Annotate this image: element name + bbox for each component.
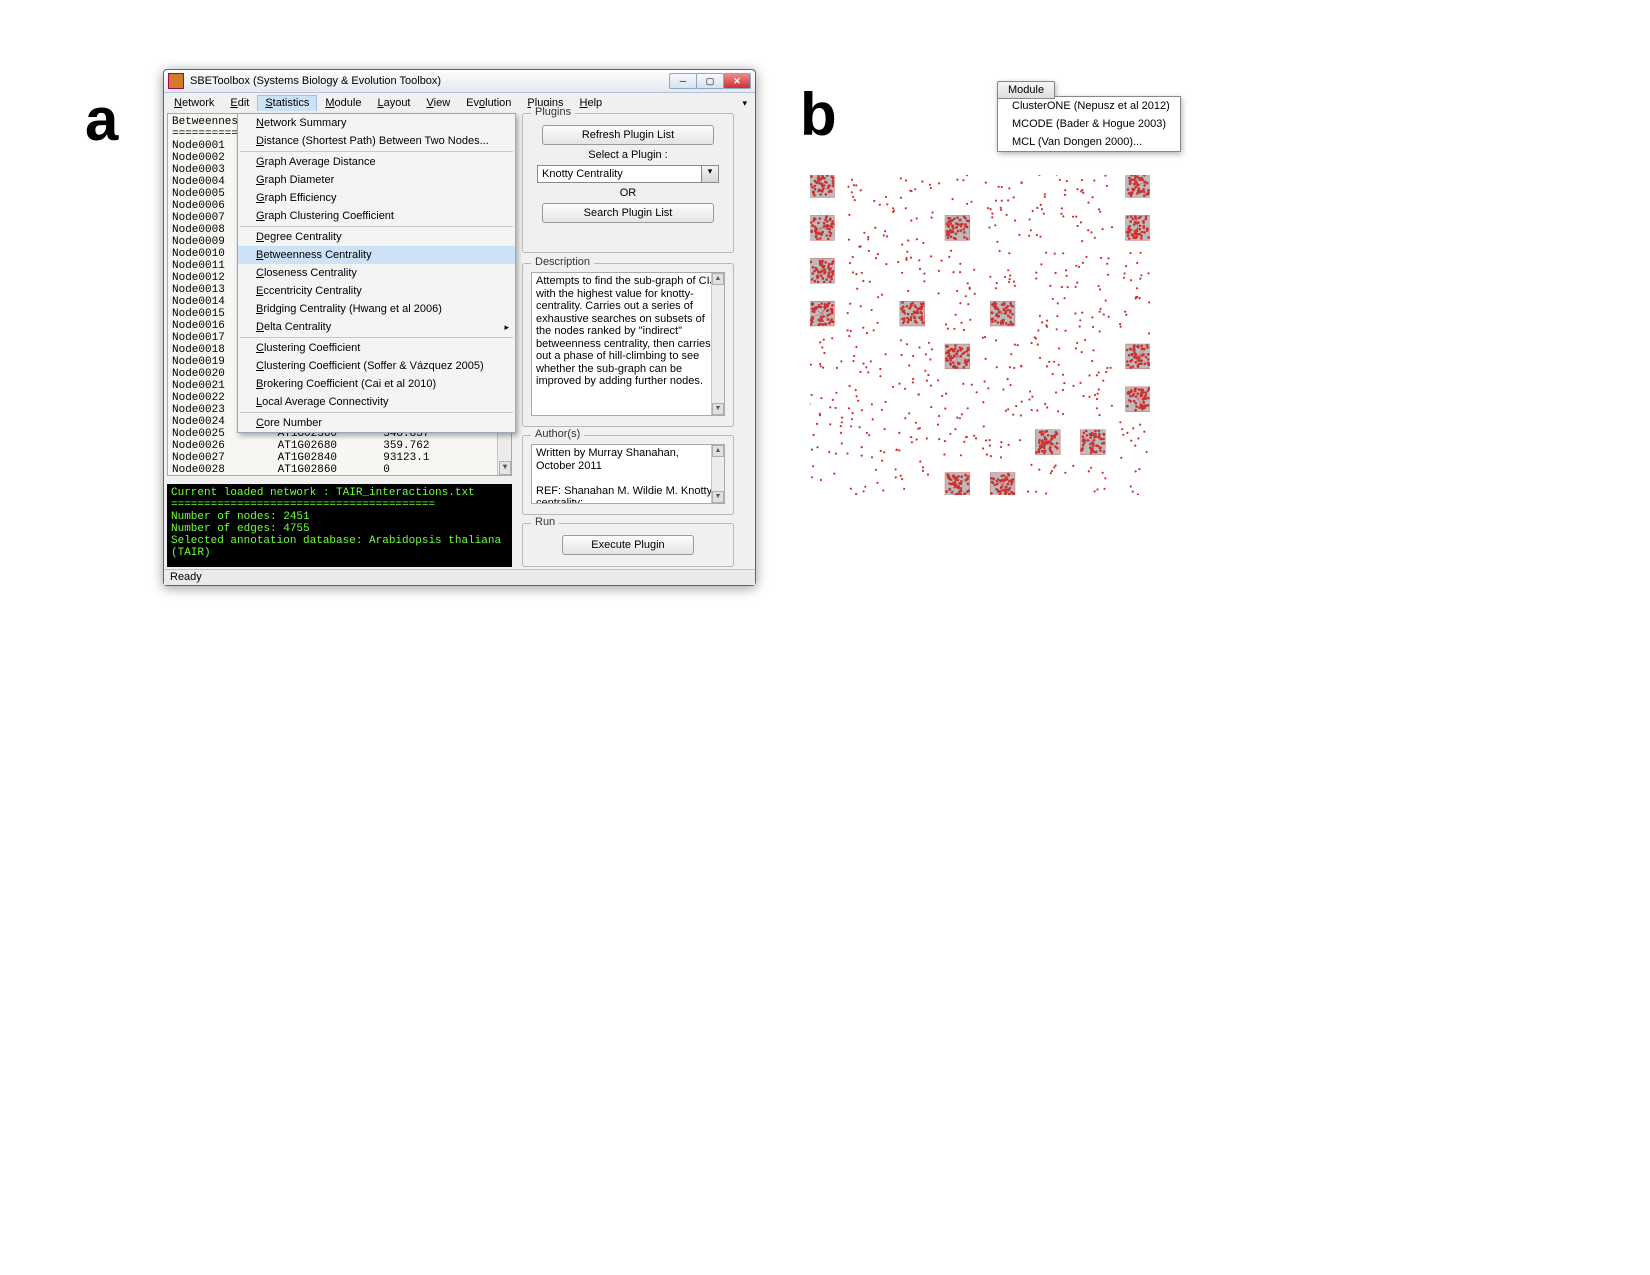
stats-menu-item[interactable]: Graph Average Distance (238, 153, 515, 171)
stats-menu-item[interactable]: Graph Diameter (238, 171, 515, 189)
execute-plugin-button[interactable]: Execute Plugin (562, 535, 694, 555)
run-panel: Run Execute Plugin (522, 523, 734, 567)
scroll-down-icon[interactable]: ▼ (712, 403, 724, 415)
stats-menu-item[interactable]: Clustering Coefficient (Soffer & Vázquez… (238, 357, 515, 375)
plugin-select-value: Knotty Centrality (538, 166, 701, 182)
console-line: Number of edges: 4755 (171, 523, 508, 535)
stats-menu-item[interactable]: Betweenness Centrality (238, 246, 515, 264)
module-menu-item[interactable]: MCODE (Bader & Hogue 2003) (998, 115, 1180, 133)
menubar: NetworkEditStatisticsModuleLayoutViewEvo… (164, 93, 755, 114)
module-menu-wrap: Module ClusterONE (Nepusz et al 2012)MCO… (997, 84, 1181, 152)
scroll-up-icon[interactable]: ▲ (712, 445, 724, 457)
submenu-indicator-icon: ▸ (504, 322, 509, 333)
stats-menu-item[interactable]: Distance (Shortest Path) Between Two Nod… (238, 132, 515, 150)
status-console: Current loaded network : TAIR_interactio… (167, 484, 512, 567)
console-line: Number of nodes: 2451 (171, 511, 508, 523)
module-menu-item[interactable]: MCL (Van Dongen 2000)... (998, 133, 1180, 151)
panel-label-a: a (85, 90, 118, 150)
maximize-button[interactable]: ▢ (696, 73, 724, 89)
chevron-down-icon[interactable]: ▾ (701, 166, 718, 182)
module-menu-button[interactable]: Module (997, 81, 1055, 99)
plugins-legend: Plugins (531, 106, 575, 118)
console-line: Current loaded network : TAIR_interactio… (171, 487, 508, 499)
statistics-dropdown-menu: Network SummaryDistance (Shortest Path) … (237, 113, 516, 433)
scroll-down-icon[interactable]: ▼ (499, 461, 511, 475)
node-row: Node0028 AT1G02860 0 (172, 464, 507, 476)
run-legend: Run (531, 516, 559, 528)
plugin-select-combo[interactable]: Knotty Centrality ▾ (537, 165, 719, 183)
app-window: SBEToolbox (Systems Biology & Evolution … (163, 69, 756, 586)
stats-menu-item[interactable]: Graph Clustering Coefficient (238, 207, 515, 225)
stats-menu-item[interactable]: Local Average Connectivity (238, 393, 515, 411)
menu-view[interactable]: View (419, 95, 459, 111)
stats-menu-item[interactable]: Core Number (238, 414, 515, 432)
panel-label-b: b (800, 85, 837, 145)
menu-statistics[interactable]: Statistics (257, 95, 317, 111)
menu-help[interactable]: Help (572, 95, 611, 111)
authors-ref: REF: Shanahan M. Wildie M. Knotty-centra… (536, 485, 716, 505)
plugins-panel: Plugins Refresh Plugin List Select a Plu… (522, 113, 734, 253)
menu-network[interactable]: Network (166, 95, 222, 111)
menu-separator (240, 412, 513, 413)
module-dropdown-menu: ClusterONE (Nepusz et al 2012)MCODE (Bad… (997, 96, 1181, 152)
node-row: Node0026 AT1G02680 359.762 (172, 440, 507, 452)
menu-evolution[interactable]: Evolution (458, 95, 519, 111)
scroll-up-icon[interactable]: ▲ (712, 273, 724, 285)
search-plugin-list-button[interactable]: Search Plugin List (542, 203, 714, 223)
minimize-button[interactable]: ─ (669, 73, 697, 89)
menu-separator (240, 151, 513, 152)
authors-legend: Author(s) (531, 428, 584, 440)
description-scrollbar[interactable]: ▲ ▼ (711, 273, 724, 415)
app-icon (168, 73, 184, 89)
statusbar: Ready (164, 569, 755, 585)
scroll-down-icon[interactable]: ▼ (712, 491, 724, 503)
menubar-overflow-icon[interactable]: ▾ (742, 98, 753, 109)
stats-menu-item[interactable]: Network Summary (238, 114, 515, 132)
window-title: SBEToolbox (Systems Biology & Evolution … (190, 75, 441, 87)
console-line: Selected annotation database: Arabidopsi… (171, 535, 508, 547)
stats-menu-item[interactable]: Closeness Centrality (238, 264, 515, 282)
authors-textarea[interactable]: Written by Murray Shanahan, October 2011… (531, 444, 725, 504)
description-legend: Description (531, 256, 594, 268)
stats-menu-item[interactable]: Eccentricity Centrality (238, 282, 515, 300)
network-cluster-visualization (810, 175, 1150, 495)
refresh-plugin-list-button[interactable]: Refresh Plugin List (542, 125, 714, 145)
description-text: Attempts to find the sub-graph of CIJ wi… (536, 275, 715, 387)
description-panel: Description Attempts to find the sub-gra… (522, 263, 734, 427)
stats-menu-item[interactable]: Degree Centrality (238, 228, 515, 246)
titlebar[interactable]: SBEToolbox (Systems Biology & Evolution … (164, 70, 755, 93)
console-line: ======================================== (171, 499, 508, 511)
stats-menu-item[interactable]: Delta Centrality▸ (238, 318, 515, 336)
console-line: (TAIR) (171, 547, 508, 559)
or-label: OR (531, 187, 725, 199)
menu-separator (240, 226, 513, 227)
stats-menu-item[interactable]: Bridging Centrality (Hwang et al 2006) (238, 300, 515, 318)
authors-text: Written by Murray Shanahan, October 2011 (536, 447, 679, 472)
authors-panel: Author(s) Written by Murray Shanahan, Oc… (522, 435, 734, 515)
menu-separator (240, 337, 513, 338)
menu-edit[interactable]: Edit (222, 95, 257, 111)
select-plugin-label: Select a Plugin : (531, 149, 725, 161)
authors-scrollbar[interactable]: ▲ ▼ (711, 445, 724, 503)
stats-menu-item[interactable]: Brokering Coefficient (Cai et al 2010) (238, 375, 515, 393)
stats-menu-item[interactable]: Graph Efficiency (238, 189, 515, 207)
menu-module[interactable]: Module (317, 95, 369, 111)
menu-layout[interactable]: Layout (369, 95, 418, 111)
close-button[interactable]: ✕ (723, 73, 751, 89)
node-row: Node0027 AT1G02840 93123.1 (172, 452, 507, 464)
description-textarea[interactable]: Attempts to find the sub-graph of CIJ wi… (531, 272, 725, 416)
stats-menu-item[interactable]: Clustering Coefficient (238, 339, 515, 357)
module-menu-item[interactable]: ClusterONE (Nepusz et al 2012) (998, 97, 1180, 115)
